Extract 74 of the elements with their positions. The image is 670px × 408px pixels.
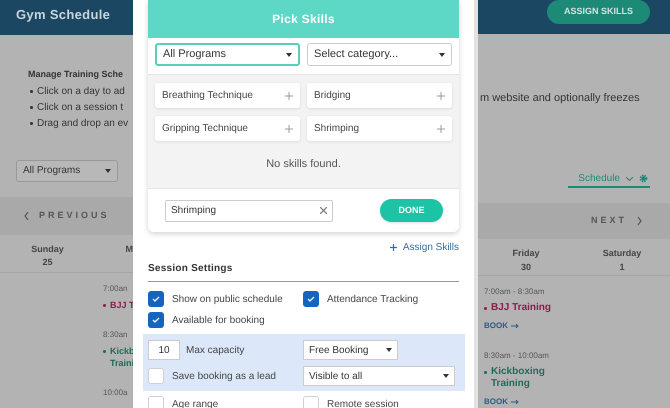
arrow-icon (511, 400, 519, 404)
session-title[interactable]: BJJ Training (491, 302, 552, 314)
session-time: 7:00an (103, 282, 128, 294)
assign-skills-button[interactable]: ASSIGN SKILLS (547, 0, 650, 24)
checkbox[interactable] (303, 396, 319, 408)
session-title[interactable]: Traini (110, 356, 135, 368)
day-name: Saturday (602, 247, 642, 260)
option-label: Available for booking (172, 314, 265, 328)
caret-icon (105, 168, 111, 172)
visibility-select[interactable]: Visible to all (303, 366, 455, 386)
caret-icon (439, 52, 445, 56)
checkbox[interactable] (148, 396, 164, 408)
book-link[interactable]: BOOK (484, 320, 670, 332)
previous-link[interactable]: PREVIOUS (24, 208, 110, 222)
chevron-down-icon (626, 176, 633, 181)
arrow-icon (511, 324, 519, 328)
section-title: Session Settings (148, 263, 233, 274)
assign-skills-link[interactable]: Assign Skills (390, 240, 459, 255)
skill-chip[interactable]: Bridging (307, 83, 452, 108)
caret-icon (386, 348, 392, 352)
instruction-text: Click on a session t (37, 102, 124, 114)
plus-icon (437, 124, 445, 132)
booking-type-select[interactable]: Free Booking (303, 340, 398, 360)
session-title[interactable]: Training (491, 378, 545, 390)
session-time: 10:00a (103, 386, 128, 398)
checkbox[interactable] (148, 368, 164, 384)
day-name: Sunday (31, 242, 64, 256)
option-label: Attendance Tracking (327, 292, 418, 306)
checkbox[interactable] (303, 291, 319, 307)
app-title: Gym Schedule (16, 7, 110, 22)
caret-icon (286, 52, 292, 56)
plus-icon (390, 244, 397, 251)
session-time: 7:00am - 8:30am (484, 286, 546, 298)
skill-chip[interactable]: Breathing Technique (155, 83, 300, 108)
done-button[interactable]: DONE (380, 199, 443, 222)
book-link[interactable]: BOOK (484, 396, 670, 408)
checkbox[interactable] (148, 291, 164, 307)
skill-chip[interactable]: Shrimping (307, 116, 452, 141)
category-select[interactable]: Select category... (307, 43, 452, 66)
chevron-left-icon (24, 212, 29, 220)
session-time: 8:30am - 10:00am (484, 350, 550, 362)
next-link[interactable]: NEXT (590, 214, 642, 228)
day-name: M (126, 242, 133, 256)
program-filter[interactable]: All Programs (16, 160, 118, 182)
checkbox[interactable] (148, 312, 164, 328)
skill-chip[interactable]: Gripping Technique (155, 116, 300, 141)
capacity-label: Max capacity (186, 344, 246, 358)
plus-icon (285, 92, 293, 100)
day-date: 1 (619, 260, 624, 274)
instruction-text: Drag and drop an ev (37, 118, 128, 130)
day-name: Friday (512, 247, 540, 260)
program-select[interactable]: All Programs (155, 43, 300, 66)
card-title: Pick Skills (272, 11, 335, 28)
check-icon (307, 296, 315, 302)
empty-message: No skills found. (266, 157, 341, 172)
caret-icon (443, 374, 449, 378)
option-label: Show on public schedule (172, 292, 283, 306)
instruction-text: Click on a day to ad (37, 86, 125, 98)
instruction-text: m website and optionally freezes (480, 92, 640, 104)
option-label: Save booking as a lead (172, 370, 277, 384)
plus-icon (285, 124, 293, 132)
chevron-right-icon (637, 217, 642, 226)
clear-icon[interactable] (320, 207, 327, 214)
day-date: 25 (42, 256, 52, 269)
check-icon (152, 296, 160, 302)
plus-icon (437, 92, 445, 100)
session-time: 8:30an (103, 328, 128, 340)
session-title[interactable]: Kickboxing (491, 366, 545, 378)
capacity-field[interactable]: 10 (148, 340, 180, 360)
search-field[interactable]: Shrimping (165, 200, 333, 222)
day-date: 30 (520, 260, 531, 274)
option-label: Remote session (327, 398, 399, 408)
check-icon (152, 317, 160, 323)
instructions-heading: Manage Training Sche (28, 68, 124, 81)
